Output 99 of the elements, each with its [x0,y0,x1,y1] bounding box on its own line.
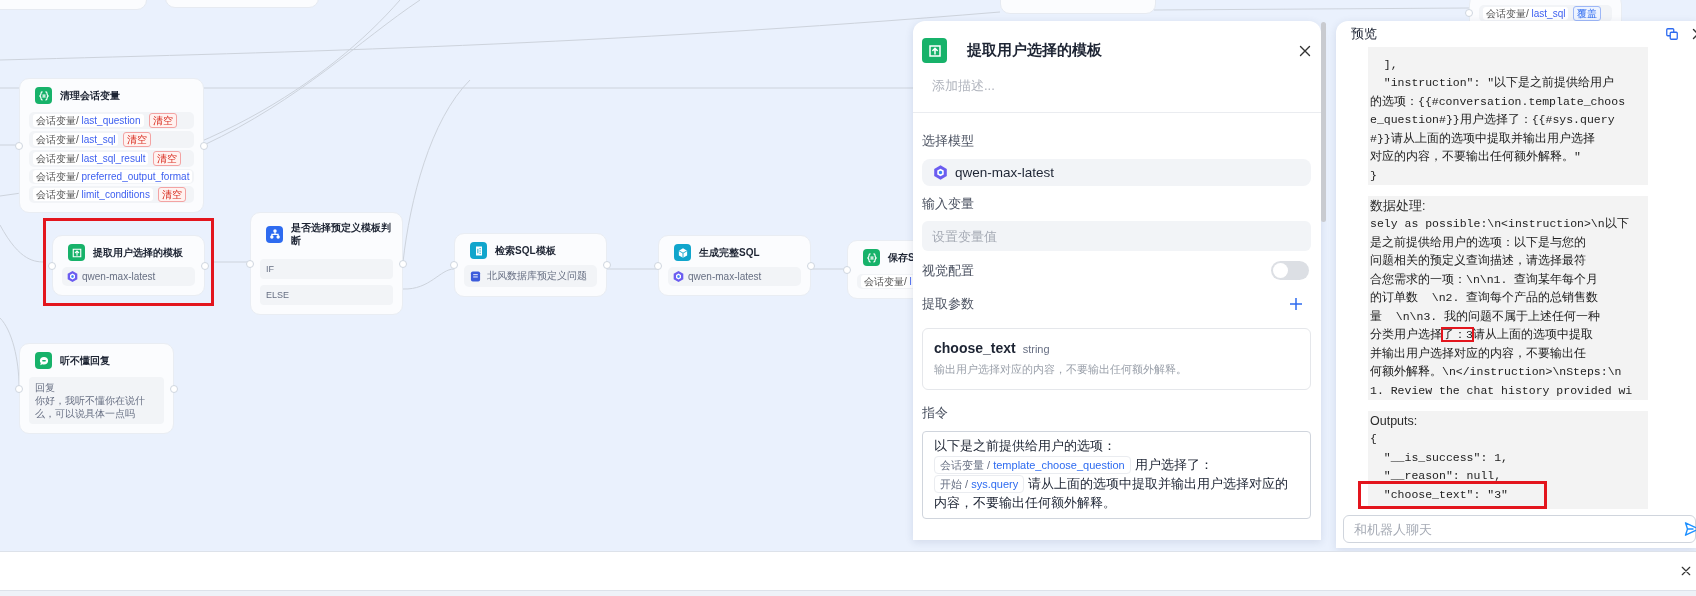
port-handle[interactable] [15,384,23,393]
code-line: 何额外解释。\n</instruction>\nSteps:\n [1370,364,1622,380]
variable-tag: 会话变量/ preferred_output_format [33,170,193,183]
send-icon[interactable] [1684,521,1696,537]
code-line: { [1370,431,1377,447]
code-line: 量 \n\n3. 我的问题不属于上述任何一种 [1370,308,1601,325]
reply-label: 回复 [35,381,56,394]
toggle-switch[interactable] [1271,261,1309,280]
block-label: Outputs: [1370,413,1419,430]
variable-tag: 会话变量/ last_sql_result [33,152,149,165]
node-title: 听不懂回复 [60,354,110,367]
close-icon[interactable] [1681,566,1691,576]
port-handle[interactable] [807,261,815,270]
close-icon[interactable] [1299,44,1311,57]
code-line: 并输出用户选择对应的内容，不要输出任 [1370,345,1586,362]
port-handle[interactable] [843,265,851,274]
scrollbar-thumb[interactable] [1321,22,1326,222]
action-tag: 清空 [123,132,152,147]
book-icon [470,270,481,282]
node-title: 提取用户选择的模板 [93,246,183,259]
code-line: "__is_success": 1, [1382,449,1509,466]
upload-icon [68,244,85,261]
branch-row: IF [260,259,393,279]
node-title: 清理会话变量 [60,89,120,102]
branch-icon [266,225,283,243]
code-line: #}}请从上面的选项中提取并输出用户选择 [1370,130,1595,147]
port-handle[interactable] [246,259,254,268]
parameter-name: choose_text [934,340,1016,356]
code-line: 对应的内容，不要输出任何额外解释。" [1370,149,1581,165]
hexagon-icon [66,270,79,283]
code-line: sely as possible:\n<instruction>\n以下 [1370,216,1629,232]
variable-tag: 开始 / sys.query [934,475,1025,493]
code-line: e_question#}}用户选择了：{{#sys.query [1370,112,1615,128]
node-title: 生成完整SQL [699,246,760,259]
node-title: 检索SQL模板 [495,244,556,257]
code-line: 合您需求的一项：\n\n1. 查询某年每个月 [1370,271,1599,288]
section-label: 输入变量 [922,196,975,213]
variable-tag: 会话变量/ l [861,275,915,288]
code-line: 问题相关的预定义查询描述，请选择最符 [1370,253,1586,269]
hexagon-icon [932,164,949,181]
port-handle[interactable] [170,384,178,393]
chat-input[interactable]: 和机器人聊天 [1343,515,1696,543]
port-handle[interactable] [201,261,209,270]
variable-input[interactable]: 设置变量值 [922,221,1311,251]
variable-tag: 会话变量 / template_choose_question [934,456,1131,474]
port-handle[interactable] [450,261,458,269]
section-label: 视觉配置 [922,262,974,280]
variable-tag: 会话变量/ last_sql [33,133,119,146]
model-name: qwen-max-latest [955,165,1055,180]
upload-icon [922,38,947,63]
port-handle[interactable] [603,261,611,269]
code-line: 的订单数 \n2. 查询每个产品的总销售数 [1370,290,1599,306]
node-title: 是否选择预定义模板判断 [291,221,392,247]
code-line: 是之前提供给用户的选项：以下是与您的 [1370,234,1586,251]
section-label: 指令 [922,405,949,422]
code-line: 的选项：{{#conversation.template_choos [1370,93,1626,110]
port-handle[interactable] [48,261,56,270]
action-tag: 清空 [157,187,186,202]
model-name: qwen-max-latest [688,271,762,282]
action-tag: 覆盖 [1573,6,1602,21]
parameter-description: 输出用户选择对应的内容，不要输出任何额外解释。 [934,363,1188,377]
block-label: 数据处理: [1370,198,1427,215]
code-line: "instruction": "以下是之前提供给用户 [1382,75,1615,91]
section-label: 选择模型 [922,133,975,150]
branch-row: ELSE [260,285,393,305]
cube-icon [674,244,691,261]
parameter-card[interactable]: choose_text string 输出用户选择对应的内容，不要输出任何额外解释。 [922,328,1311,390]
model-selector[interactable]: qwen-max-latest [922,159,1311,186]
section-label: 提取参数 [922,295,974,313]
panel-title: 预览 [1351,24,1378,43]
model-name: qwen-max-latest [82,271,156,282]
hexagon-icon [672,270,685,283]
chat-bubble-icon [35,352,52,369]
code-line: 1. Review the chat history provided wi [1370,382,1633,399]
code-line: 分类用户选择了：3请从上面的选项中提取 [1370,326,1593,344]
variable-tag: 会话变量/ last_sql [1483,7,1569,20]
panel-title: 提取用户选择的模板 [967,41,1103,60]
instruction-editor[interactable]: 以下是之前提供给用户的选项： 会话变量 / template_choose_question 用户选择了： 开始 / sys.query 请从上面的选项中提取并输出用户选择对应的内容，不要输出任何额外解释。 [922,431,1311,519]
action-tag: 清空 [153,151,182,166]
port-handle[interactable] [15,141,23,150]
plus-icon[interactable] [1289,296,1303,311]
dataset-name: 北风数据库预定义问题 [487,269,587,283]
port-handle[interactable] [1465,9,1473,17]
copy-icon[interactable] [1666,27,1678,40]
braces-icon [35,87,52,104]
variable-tag: 会话变量/ limit_conditions [33,188,153,201]
code-line: ], [1382,56,1398,73]
parameter-type: string [1022,343,1050,355]
action-tag: 清空 [148,113,177,128]
document-icon [470,242,487,259]
code-line: } [1370,167,1377,184]
port-handle[interactable] [399,259,407,268]
port-handle[interactable] [654,261,662,270]
port-handle[interactable] [200,141,208,150]
connector-line [402,268,455,290]
variable-tag: 会话变量/ last_question [33,114,144,127]
reply-text: 你好，我听不懂你在说什么，可以说具体一点吗 [35,394,146,420]
connector-line [0,317,20,387]
braces-icon [863,249,880,266]
